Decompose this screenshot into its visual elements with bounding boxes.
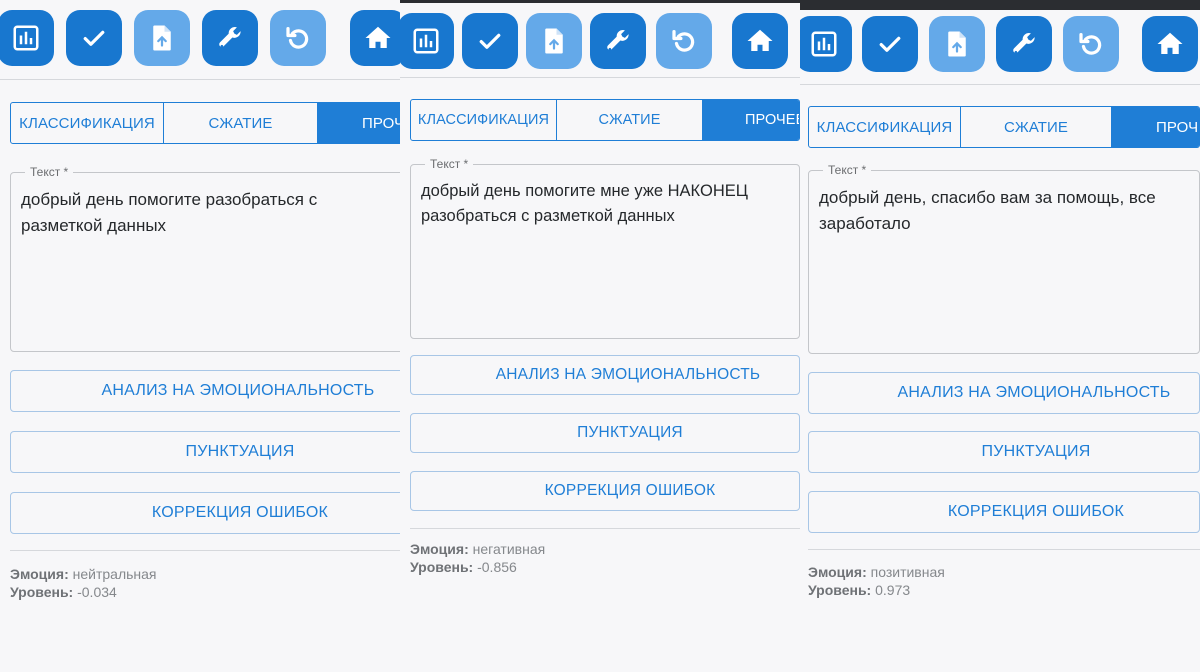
file-upload-icon — [948, 31, 966, 57]
stats-button[interactable] — [0, 10, 54, 66]
mode-tabs: КЛАССИФИКАЦИЯ СЖАТИЕ ПРОЧЕЕ — [808, 106, 1200, 148]
emotion-analysis-button[interactable]: АНАЛИЗ НА ЭМОЦИОНАЛЬНОСТЬ — [10, 370, 400, 412]
home-icon — [1157, 32, 1183, 54]
text-field[interactable]: Текст * добрый день помогите разобраться… — [10, 165, 400, 352]
text-field-value: добрый день помогите мне уже НАКОНЕЦ раз… — [421, 182, 748, 225]
check-icon — [479, 33, 501, 49]
tab-classification[interactable]: КЛАССИФИКАЦИЯ — [411, 100, 556, 140]
toolbar — [0, 10, 400, 76]
level-label: Уровень: — [410, 559, 474, 575]
level-result: Уровень: -0.034 — [10, 583, 117, 601]
toolbar-divider — [0, 79, 400, 80]
emotion-value: нейтральная — [72, 566, 157, 582]
check-icon — [879, 36, 901, 52]
mode-tabs: КЛАССИФИКАЦИЯ СЖАТИЕ ПРОЧЕЕ — [10, 102, 400, 144]
text-field-label: Текст * — [425, 157, 474, 171]
text-field-label: Текст * — [823, 163, 872, 177]
undo-button[interactable] — [656, 13, 712, 69]
check-button[interactable] — [862, 16, 918, 72]
undo-button[interactable] — [270, 10, 326, 66]
tab-compression[interactable]: СЖАТИЕ — [960, 107, 1111, 147]
text-field[interactable]: Текст * добрый день, спасибо вам за помо… — [808, 163, 1200, 354]
screenshot-panel-1: КЛАССИФИКАЦИЯ СЖАТИЕ ПРОЧЕЕ Текст * добр… — [0, 0, 400, 672]
toolbar — [400, 13, 800, 79]
punctuation-button[interactable]: ПУНКТУАЦИЯ — [10, 431, 400, 473]
tab-other[interactable]: ПРОЧЕЕ — [702, 100, 799, 140]
screenshot-panel-2: КЛАССИФИКАЦИЯ СЖАТИЕ ПРОЧЕЕ Текст * добр… — [400, 3, 800, 672]
chart-icon — [13, 25, 39, 51]
screenshot-panel-3: КЛАССИФИКАЦИЯ СЖАТИЕ ПРОЧЕЕ Текст * добр… — [800, 10, 1200, 672]
level-result: Уровень: 0.973 — [808, 581, 910, 599]
emotion-label: Эмоция: — [808, 564, 867, 580]
emotion-analysis-button[interactable]: АНАЛИЗ НА ЭМОЦИОНАЛЬНОСТЬ — [808, 372, 1200, 414]
undo-button[interactable] — [1063, 16, 1119, 72]
settings-button[interactable] — [590, 13, 646, 69]
stats-button[interactable] — [400, 13, 454, 69]
wrench-icon — [1013, 33, 1035, 54]
chart-icon — [811, 31, 837, 57]
punctuation-button[interactable]: ПУНКТУАЦИЯ — [410, 413, 800, 453]
level-value: -0.856 — [477, 559, 517, 575]
error-correction-button[interactable]: КОРРЕКЦИЯ ОШИБОК — [808, 491, 1200, 533]
stats-button[interactable] — [800, 16, 852, 72]
file-upload-icon — [545, 28, 563, 54]
level-label: Уровень: — [10, 584, 74, 600]
upload-file-button[interactable] — [134, 10, 190, 66]
emotion-result: Эмоция: негативная — [410, 540, 545, 558]
text-field-value: добрый день помогите разобраться с разме… — [21, 190, 318, 235]
tab-classification[interactable]: КЛАССИФИКАЦИЯ — [809, 107, 960, 147]
text-field[interactable]: Текст * добрый день помогите мне уже НАК… — [410, 157, 800, 339]
emotion-label: Эмоция: — [410, 541, 469, 557]
level-value: -0.034 — [77, 584, 117, 600]
upload-file-button[interactable] — [526, 13, 582, 69]
file-upload-icon — [153, 25, 171, 51]
result-divider — [10, 550, 400, 551]
result-divider — [808, 549, 1200, 550]
emotion-value: позитивная — [870, 564, 945, 580]
undo-icon — [1079, 33, 1102, 55]
punctuation-button[interactable]: ПУНКТУАЦИЯ — [808, 431, 1200, 473]
emotion-analysis-button[interactable]: АНАЛИЗ НА ЭМОЦИОНАЛЬНОСТЬ — [410, 355, 800, 395]
wrench-icon — [219, 27, 241, 48]
check-button[interactable] — [462, 13, 518, 69]
wrench-icon — [607, 30, 629, 51]
home-button[interactable] — [1142, 16, 1198, 72]
emotion-label: Эмоция: — [10, 566, 69, 582]
text-field-label: Текст * — [25, 165, 74, 179]
settings-button[interactable] — [996, 16, 1052, 72]
emotion-value: негативная — [472, 541, 546, 557]
tab-compression[interactable]: СЖАТИЕ — [556, 100, 702, 140]
tab-other[interactable]: ПРОЧЕЕ — [1111, 107, 1199, 147]
level-value: 0.973 — [875, 582, 911, 598]
tab-classification[interactable]: КЛАССИФИКАЦИЯ — [11, 103, 163, 143]
mode-tabs: КЛАССИФИКАЦИЯ СЖАТИЕ ПРОЧЕЕ — [410, 99, 800, 141]
home-button[interactable] — [350, 10, 400, 66]
toolbar — [800, 16, 1200, 82]
home-button[interactable] — [732, 13, 788, 69]
error-correction-button[interactable]: КОРРЕКЦИЯ ОШИБОК — [10, 492, 400, 534]
undo-icon — [672, 30, 695, 52]
text-field-value: добрый день, спасибо вам за помощь, все … — [819, 188, 1156, 233]
emotion-result: Эмоция: позитивная — [808, 563, 945, 581]
emotion-result: Эмоция: нейтральная — [10, 565, 157, 583]
chart-icon — [413, 28, 439, 54]
settings-button[interactable] — [202, 10, 258, 66]
level-label: Уровень: — [808, 582, 872, 598]
tab-other[interactable]: ПРОЧЕЕ — [317, 103, 400, 143]
tab-compression[interactable]: СЖАТИЕ — [163, 103, 317, 143]
home-icon — [747, 29, 773, 51]
level-result: Уровень: -0.856 — [410, 558, 517, 576]
upload-file-button[interactable] — [929, 16, 985, 72]
home-icon — [365, 26, 391, 48]
check-icon — [83, 30, 105, 46]
error-correction-button[interactable]: КОРРЕКЦИЯ ОШИБОК — [410, 471, 800, 511]
undo-icon — [286, 27, 309, 49]
check-button[interactable] — [66, 10, 122, 66]
toolbar-divider — [800, 84, 1200, 85]
result-divider — [410, 528, 800, 529]
toolbar-divider — [400, 77, 800, 78]
